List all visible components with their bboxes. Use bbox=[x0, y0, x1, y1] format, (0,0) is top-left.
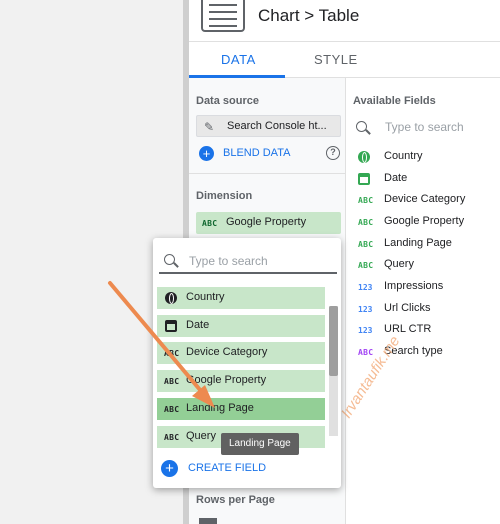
dimension-chip-label: Google Property bbox=[226, 216, 307, 228]
field-item-url-ctr[interactable]: 123 URL CTR bbox=[353, 320, 498, 340]
dimension-label: Dimension bbox=[196, 190, 253, 202]
table-chart-icon[interactable] bbox=[201, 0, 245, 32]
data-source-selector[interactable]: ✎ Search Console ht... bbox=[196, 115, 341, 137]
option-label: Date bbox=[186, 319, 210, 331]
dropdown-scrollbar[interactable] bbox=[329, 306, 338, 436]
field-item-url-clicks[interactable]: 123 Url Clicks bbox=[353, 299, 498, 319]
data-source-label: Data source bbox=[196, 95, 259, 107]
text-type-icon: ABC bbox=[358, 196, 374, 205]
available-fields-column: Available Fields Type to search Country … bbox=[347, 78, 500, 524]
dropdown-search-input[interactable]: Type to search bbox=[189, 254, 268, 268]
plus-icon: + bbox=[161, 460, 178, 477]
dropdown-option-country[interactable]: Country bbox=[157, 287, 325, 309]
tab-data[interactable]: DATA bbox=[221, 52, 256, 67]
text-type-icon: ABC bbox=[164, 405, 180, 414]
calendar-icon bbox=[358, 173, 370, 185]
calendar-icon bbox=[165, 320, 177, 332]
option-tooltip: Landing Page bbox=[221, 433, 299, 455]
globe-icon bbox=[165, 292, 177, 304]
field-item-country[interactable]: Country bbox=[353, 147, 498, 167]
dropdown-option-google-property[interactable]: ABC Google Property bbox=[157, 370, 325, 392]
available-fields-search[interactable]: Type to search bbox=[353, 116, 498, 138]
available-fields-heading: Available Fields bbox=[353, 95, 436, 107]
field-label: Impressions bbox=[384, 280, 444, 292]
plus-icon: + bbox=[199, 146, 214, 161]
text-type-icon: ABC bbox=[202, 219, 218, 228]
option-label: Query bbox=[186, 430, 216, 442]
number-type-icon: 123 bbox=[358, 326, 373, 335]
section-divider bbox=[189, 173, 346, 174]
text-type-icon: ABC bbox=[358, 218, 374, 227]
create-field-label: CREATE FIELD bbox=[188, 462, 267, 474]
dropdown-option-date[interactable]: Date bbox=[157, 315, 325, 337]
create-field-button[interactable]: + CREATE FIELD bbox=[161, 459, 281, 479]
number-type-icon: 123 bbox=[358, 305, 373, 314]
field-label: Date bbox=[384, 172, 408, 184]
dimension-chip[interactable]: ABC Google Property bbox=[196, 212, 341, 234]
field-label: Query bbox=[384, 258, 414, 270]
option-label: Country bbox=[186, 291, 225, 303]
dropdown-option-device-category[interactable]: ABC Device Category bbox=[157, 342, 325, 364]
text-type-icon: ABC bbox=[358, 240, 374, 249]
globe-icon bbox=[358, 151, 370, 163]
field-label: Landing Page bbox=[384, 237, 452, 249]
page-title: Chart > Table bbox=[258, 6, 360, 25]
help-icon[interactable]: ? bbox=[326, 146, 340, 160]
rows-per-page-label: Rows per Page bbox=[196, 494, 275, 506]
field-item-date[interactable]: Date bbox=[353, 169, 498, 189]
field-label: Url Clicks bbox=[384, 302, 431, 314]
text-type-icon: ABC bbox=[164, 433, 180, 442]
rows-per-page-control[interactable] bbox=[199, 518, 217, 524]
dropdown-search[interactable]: Type to search bbox=[159, 248, 337, 274]
blend-data-button[interactable]: + BLEND DATA ? bbox=[199, 145, 340, 163]
field-item-landing-page[interactable]: ABC Landing Page bbox=[353, 234, 498, 254]
search-icon bbox=[356, 121, 367, 132]
search-input[interactable]: Type to search bbox=[385, 120, 464, 134]
field-item-device-category[interactable]: ABC Device Category bbox=[353, 190, 498, 210]
number-type-icon: 123 bbox=[358, 283, 373, 292]
text-type-icon: ABC bbox=[358, 348, 374, 357]
text-type-icon: ABC bbox=[358, 261, 374, 270]
pencil-icon[interactable]: ✎ bbox=[204, 120, 214, 134]
option-label: Google Property bbox=[186, 374, 267, 386]
text-type-icon: ABC bbox=[164, 377, 180, 386]
panel-header: Chart > Table bbox=[189, 0, 500, 42]
dropdown-option-landing-page[interactable]: ABC Landing Page bbox=[157, 398, 325, 420]
field-label: Google Property bbox=[384, 215, 465, 227]
option-label: Landing Page bbox=[186, 402, 254, 414]
field-label: Country bbox=[384, 150, 423, 162]
field-item-google-property[interactable]: ABC Google Property bbox=[353, 212, 498, 232]
search-icon bbox=[164, 254, 175, 265]
data-source-name: Search Console ht... bbox=[227, 120, 327, 132]
field-item-query[interactable]: ABC Query bbox=[353, 255, 498, 275]
tab-bar: DATA STYLE bbox=[189, 42, 500, 78]
text-type-icon: ABC bbox=[164, 349, 180, 358]
field-item-impressions[interactable]: 123 Impressions bbox=[353, 277, 498, 297]
option-label: Device Category bbox=[186, 346, 268, 358]
tab-style[interactable]: STYLE bbox=[314, 52, 358, 67]
scrollbar-thumb[interactable] bbox=[329, 306, 338, 376]
blend-data-label: BLEND DATA bbox=[223, 147, 291, 159]
field-label: Device Category bbox=[384, 193, 466, 205]
